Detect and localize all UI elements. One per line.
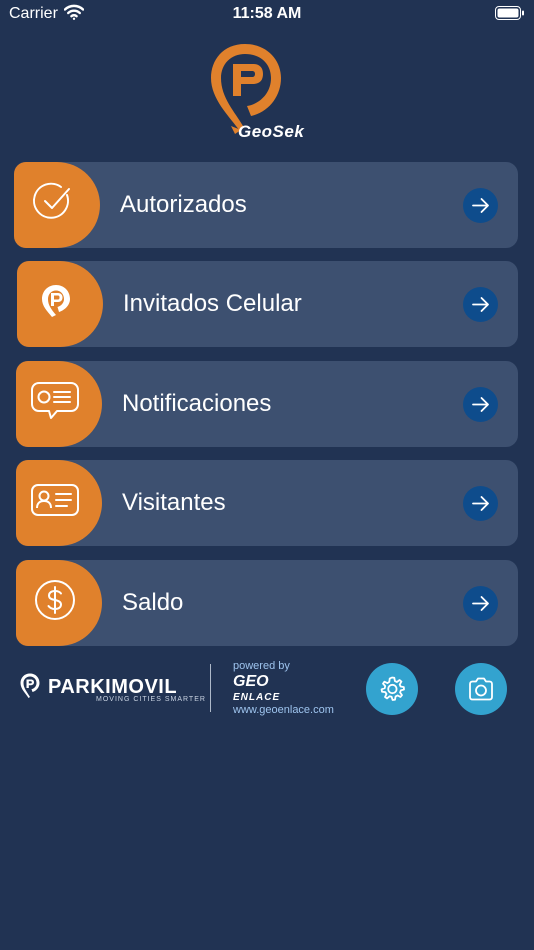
app-brand-name: GeoSek: [238, 122, 305, 141]
settings-button[interactable]: [366, 663, 418, 715]
check-circle-icon: [33, 182, 70, 219]
arrow-right-icon[interactable]: [463, 586, 498, 621]
powered-by-label: powered by: [233, 660, 290, 672]
dollar-circle-icon: [35, 580, 75, 620]
location-pin-icon: [42, 285, 70, 317]
geoenlace-url: www.geoenlace.com: [233, 704, 334, 716]
menu-item-notificaciones[interactable]: Notificaciones: [16, 361, 518, 447]
menu-item-icon-tab: [17, 261, 103, 347]
divider: [210, 664, 211, 712]
clock: 11:58 AM: [232, 5, 302, 22]
gear-icon: [380, 676, 405, 701]
menu-item-label: Saldo: [122, 589, 184, 616]
footer: PARKIMOVIL MOVING CITIES SMARTER powered…: [0, 660, 534, 720]
parkimovil-tagline: MOVING CITIES SMARTER: [96, 696, 206, 703]
menu-item-saldo[interactable]: Saldo: [16, 560, 518, 646]
battery-icon: [495, 6, 525, 25]
geoenlace-logo-top: GEO: [233, 673, 269, 690]
parkimovil-pin-icon: [19, 672, 41, 705]
arrow-right-icon[interactable]: [463, 387, 498, 422]
id-card-icon: [31, 484, 79, 516]
menu-item-invitados-celular[interactable]: Invitados Celular: [17, 261, 518, 347]
menu-item-label: Visitantes: [122, 489, 226, 516]
menu-item-label: Notificaciones: [122, 390, 272, 417]
app-logo: GeoSek: [205, 42, 330, 146]
arrow-right-icon[interactable]: [463, 486, 498, 521]
camera-button[interactable]: [455, 663, 507, 715]
menu-item-label: Invitados Celular: [123, 290, 302, 317]
arrow-right-icon[interactable]: [463, 287, 498, 322]
menu-item-visitantes[interactable]: Visitantes: [16, 460, 518, 546]
menu-item-icon-tab: [16, 460, 102, 546]
arrow-right-icon[interactable]: [463, 188, 498, 223]
menu-item-icon-tab: [14, 162, 100, 248]
geoenlace-logo: GEO ENLACE: [233, 674, 280, 706]
menu-item-label: Autorizados: [120, 191, 247, 218]
status-bar: Carrier 11:58 AM: [0, 0, 534, 28]
menu-item-autorizados[interactable]: Autorizados: [14, 162, 518, 248]
menu-item-icon-tab: [16, 361, 102, 447]
camera-icon: [469, 677, 493, 701]
message-bubble-icon: [31, 382, 79, 419]
menu-item-icon-tab: [16, 560, 102, 646]
